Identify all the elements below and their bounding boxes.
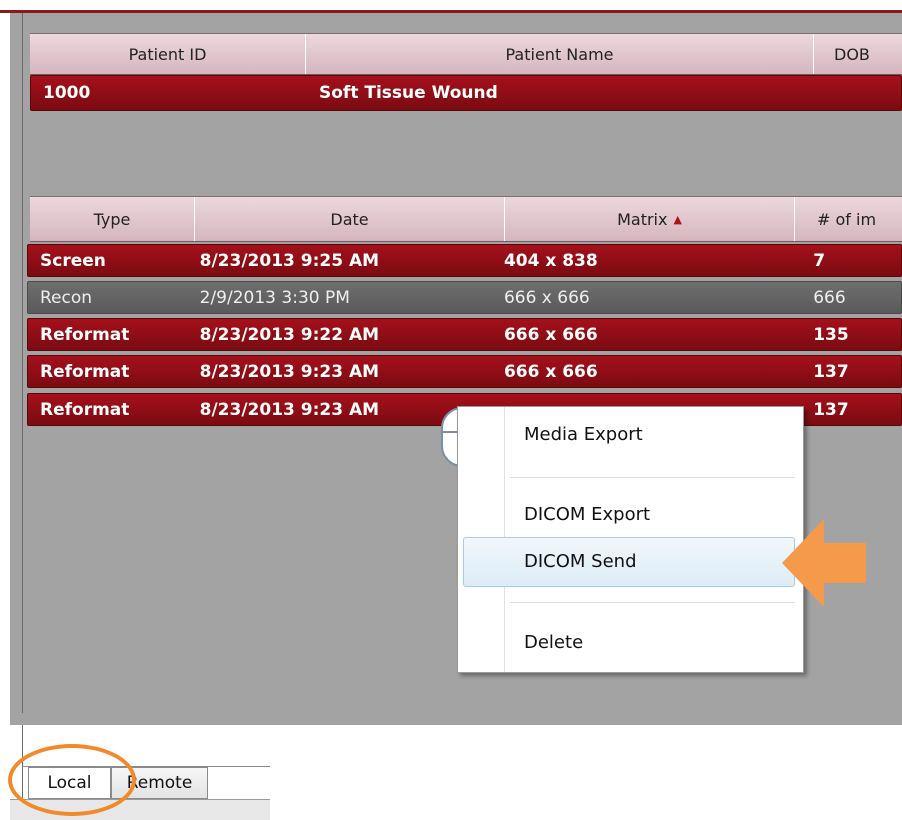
series-date: 8/23/2013 9:23 AM	[199, 361, 380, 382]
series-type: Screen	[40, 250, 106, 271]
series-matrix: 404 x 838	[503, 250, 598, 271]
sort-ascending-icon: ▲	[673, 212, 682, 226]
series-count: 137	[813, 361, 849, 382]
series-count: 137	[813, 399, 849, 420]
menu-separator	[510, 477, 795, 478]
col-date[interactable]: Date	[195, 197, 505, 241]
series-date: 8/23/2013 9:22 AM	[199, 324, 380, 345]
series-matrix: 666 x 666	[503, 287, 590, 308]
patient-id-cell: 1000	[43, 83, 91, 103]
patient-row[interactable]: 1000 Soft Tissue Wound	[30, 75, 902, 111]
col-patient-name[interactable]: Patient Name	[306, 34, 814, 74]
series-type: Reformat	[40, 361, 130, 382]
panel-divider	[22, 13, 23, 713]
menu-item-media-export[interactable]: Media Export	[524, 424, 643, 445]
top-bar	[0, 0, 902, 13]
col-patient-id[interactable]: Patient ID	[30, 34, 306, 74]
col-count[interactable]: # of im	[795, 197, 902, 241]
series-count: 7	[813, 250, 826, 271]
series-matrix: 666 x 666	[503, 324, 598, 345]
orange-arrow-icon	[782, 519, 866, 607]
series-type: Reformat	[40, 324, 130, 345]
menu-item-dicom-send[interactable]: DICOM Send	[524, 551, 637, 572]
menu-item-delete[interactable]: Delete	[524, 632, 583, 653]
patient-name-cell: Soft Tissue Wound	[319, 83, 498, 103]
patient-table-header: Patient ID Patient Name DOB	[30, 33, 902, 75]
menu-item-dicom-export[interactable]: DICOM Export	[524, 504, 650, 525]
bottom-white-area	[270, 725, 902, 819]
highlight-circle	[8, 744, 136, 816]
series-count: 666	[813, 287, 846, 308]
series-date: 2/9/2013 3:30 PM	[199, 287, 350, 308]
menu-separator	[510, 602, 795, 603]
col-type[interactable]: Type	[30, 197, 195, 241]
series-type: Reformat	[40, 399, 130, 420]
series-type: Recon	[40, 287, 93, 308]
col-dob[interactable]: DOB	[814, 34, 902, 74]
series-row[interactable]: Reformat 8/23/2013 9:23 AM 666 x 666 137	[27, 355, 902, 388]
series-row[interactable]: Screen 8/23/2013 9:25 AM 404 x 838 7	[27, 244, 902, 277]
series-count: 135	[813, 324, 849, 345]
series-date: 8/23/2013 9:25 AM	[199, 250, 380, 271]
col-matrix[interactable]: Matrix ▲	[505, 197, 795, 241]
series-row[interactable]: Recon 2/9/2013 3:30 PM 666 x 666 666	[27, 281, 902, 314]
series-matrix: 666 x 666	[503, 361, 598, 382]
series-table-header: Type Date Matrix ▲ # of im	[30, 196, 902, 242]
context-menu: Media Export DICOM Export DICOM Send Del…	[457, 406, 804, 673]
series-row[interactable]: Reformat 8/23/2013 9:22 AM 666 x 666 135	[27, 318, 902, 351]
